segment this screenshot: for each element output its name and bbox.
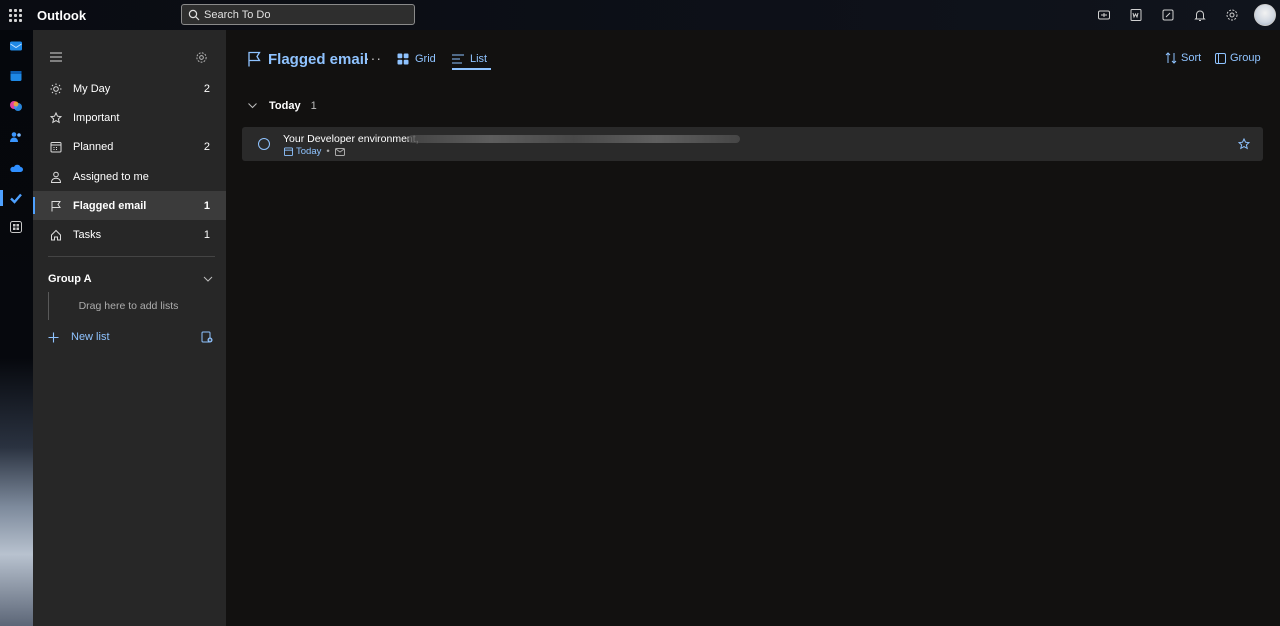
section-header-today[interactable]: Today 1 (248, 98, 317, 114)
task-due-date: Today (296, 146, 322, 157)
section-title: Today (269, 100, 301, 112)
sort-label: Sort (1181, 52, 1202, 64)
mail-icon (334, 147, 345, 156)
apps-icon[interactable] (9, 220, 23, 234)
meta-separator: • (326, 146, 330, 157)
sidebar-item-label: My Day (73, 82, 111, 95)
calendar-icon (50, 141, 62, 152)
app-title[interactable]: Outlook (37, 8, 86, 23)
flag-icon (248, 51, 261, 67)
person-icon (50, 171, 62, 183)
grid-icon (397, 53, 409, 65)
tab-grid[interactable]: Grid (397, 50, 436, 68)
sidebar-item-label: Flagged email (73, 199, 147, 212)
more-options-button[interactable]: ··· (365, 50, 382, 66)
main-header: Flagged email ··· Grid List Sort Group (226, 30, 1280, 86)
sidebar: My Day 2 Important Planned 2 Assigned to… (33, 30, 226, 626)
notes-icon (1162, 9, 1174, 21)
group-button[interactable]: Group (1215, 50, 1261, 66)
main-panel: Flagged email ··· Grid List Sort Group T… (226, 30, 1280, 626)
group-icon (1215, 52, 1226, 64)
tab-grid-label: Grid (415, 53, 436, 65)
sort-icon (1165, 52, 1177, 64)
sidebar-item-tasks[interactable]: Tasks 1 (33, 220, 226, 249)
sidebar-item-label: Assigned to me (73, 170, 149, 183)
tab-list[interactable]: List (452, 50, 487, 68)
star-icon (50, 111, 62, 123)
list-icon (452, 54, 464, 64)
mail-icon[interactable] (9, 39, 23, 53)
meet-now-button[interactable] (1088, 0, 1120, 30)
app-launcher-button[interactable] (0, 0, 30, 30)
sidebar-item-count: 2 (203, 140, 210, 153)
tab-list-label: List (470, 53, 488, 65)
redacted-text (408, 135, 740, 143)
sidebar-divider (48, 256, 215, 257)
search-placeholder: Search To Do (204, 8, 271, 21)
sidebar-item-count: 1 (203, 199, 210, 212)
notes-button[interactable] (1152, 0, 1184, 30)
todo-icon[interactable] (9, 191, 23, 205)
sidebar-item-count: 1 (203, 228, 210, 241)
word-icon (1130, 9, 1142, 21)
rail-active-indicator (0, 190, 3, 206)
home-icon (51, 229, 61, 240)
new-group-icon[interactable] (201, 331, 213, 343)
chevron-down-icon[interactable] (248, 103, 257, 109)
task-meta: Today • (284, 146, 345, 157)
waffle-icon (8, 8, 22, 22)
search-icon (188, 9, 200, 20)
top-bar: Outlook Search To Do (0, 0, 1280, 30)
sort-button[interactable]: Sort (1165, 50, 1201, 66)
chevron-down-icon[interactable] (203, 276, 213, 282)
settings-button[interactable] (1216, 0, 1248, 30)
avatar[interactable] (1254, 4, 1276, 26)
sidebar-item-label: Important (73, 111, 120, 124)
calendar-icon (284, 147, 293, 156)
task-row[interactable]: Your Developer environment, Today • (242, 127, 1263, 161)
calendar-icon[interactable] (9, 69, 23, 83)
star-icon[interactable] (1238, 138, 1250, 150)
bell-icon (1194, 10, 1206, 21)
section-count: 1 (310, 100, 317, 112)
drop-hint: Drag here to add lists (78, 300, 179, 312)
gear-icon (1226, 9, 1238, 21)
new-list-label: New list (71, 331, 110, 343)
word-button[interactable] (1120, 0, 1152, 30)
sidebar-item-flagged-email[interactable]: Flagged email 1 (33, 191, 226, 220)
sidebar-item-label: Planned (73, 140, 114, 153)
list-group-header[interactable]: Group A (48, 271, 213, 287)
onedrive-icon[interactable] (9, 161, 23, 175)
sidebar-item-count: 2 (203, 82, 210, 95)
sun-icon (50, 83, 62, 94)
sidebar-item-my-day[interactable]: My Day 2 (33, 74, 226, 103)
plus-icon (48, 332, 59, 342)
hamburger-icon[interactable] (50, 52, 62, 62)
copilot-icon[interactable] (9, 99, 23, 113)
people-icon[interactable] (9, 130, 23, 144)
page-title[interactable]: Flagged email (268, 51, 368, 68)
sidebar-item-assigned-to-me[interactable]: Assigned to me (33, 162, 226, 191)
flag-icon (51, 200, 61, 211)
complete-task-checkbox[interactable] (258, 138, 270, 150)
notifications-button[interactable] (1184, 0, 1216, 30)
app-rail (0, 30, 33, 626)
sidebar-item-label: Tasks (73, 228, 102, 241)
sidebar-item-important[interactable]: Important (33, 103, 226, 132)
active-tab-indicator (452, 68, 491, 70)
task-title[interactable]: Your Developer environment, (283, 133, 419, 145)
group-drop-zone[interactable]: Drag here to add lists (48, 292, 208, 320)
meet-now-icon (1098, 10, 1110, 20)
gear-icon[interactable] (195, 51, 208, 64)
search-input[interactable]: Search To Do (181, 4, 415, 25)
new-list-button[interactable]: New list (48, 329, 213, 345)
sidebar-item-planned[interactable]: Planned 2 (33, 132, 226, 161)
group-name: Group A (48, 273, 92, 285)
group-label: Group (1230, 52, 1261, 64)
